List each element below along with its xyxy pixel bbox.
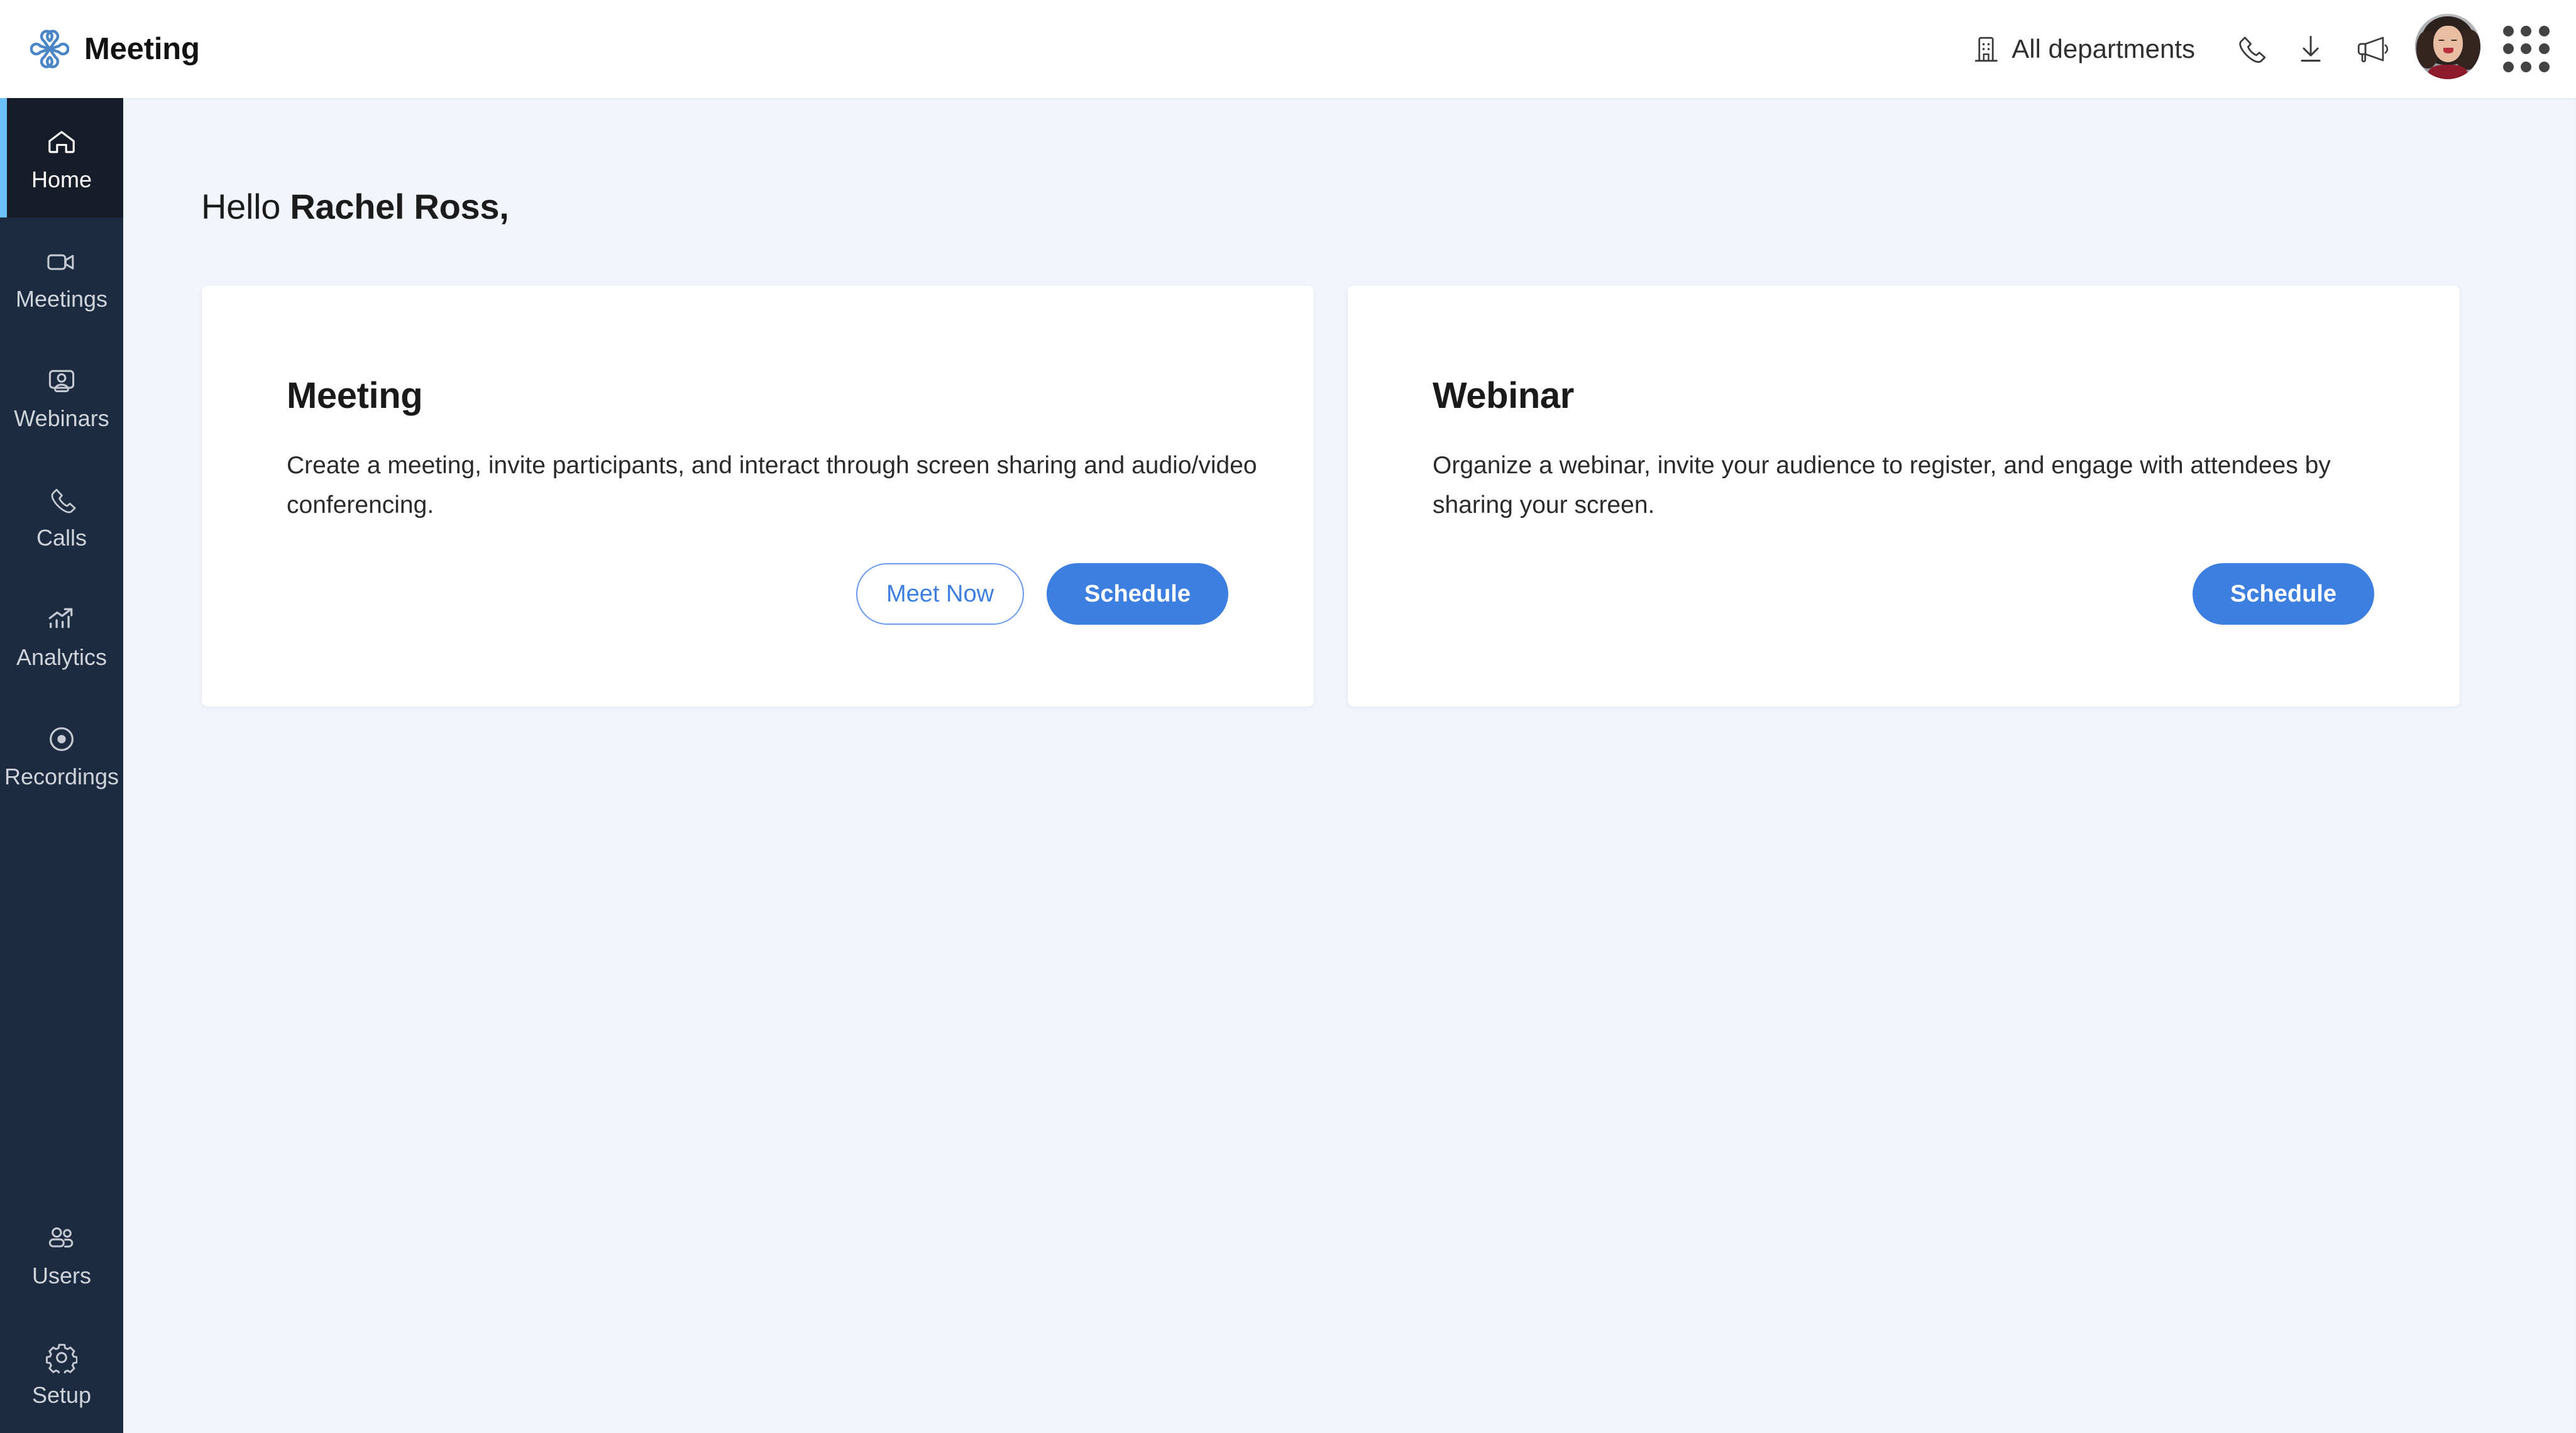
sidebar-item-meetings[interactable]: Meetings (0, 217, 123, 337)
greeting-user-name: Rachel Ross, (290, 187, 509, 226)
card-description: Organize a webinar, invite your audience… (1433, 452, 2331, 519)
meeting-card: Meeting Create a meeting, invite partici… (201, 285, 1314, 707)
apps-grid-icon[interactable] (2499, 22, 2553, 76)
schedule-webinar-button[interactable]: Schedule (2193, 563, 2374, 625)
card-actions: Meet Now Schedule (287, 563, 1271, 674)
header-actions: All departments (1974, 14, 2553, 84)
webinar-icon (46, 363, 77, 398)
download-icon[interactable] (2281, 19, 2341, 79)
brand[interactable]: Meeting (30, 30, 200, 69)
record-icon (47, 722, 77, 757)
home-icon (47, 124, 77, 160)
meet-now-button[interactable]: Meet Now (856, 563, 1025, 625)
body: Home Meetings Webinars Calls Analytics R… (0, 98, 2576, 1433)
avatar[interactable] (2415, 14, 2485, 84)
sidebar-item-home[interactable]: Home (0, 98, 123, 217)
sidebar-item-label: Recordings (4, 764, 119, 789)
avatar-image (2415, 14, 2480, 79)
card-title: Webinar (1433, 375, 1574, 416)
users-icon (46, 1221, 77, 1256)
sidebar-item-recordings[interactable]: Recordings (0, 695, 123, 815)
sidebar-item-setup[interactable]: Setup (0, 1314, 123, 1433)
top-header: Meeting All departments (0, 0, 2576, 98)
megaphone-icon[interactable] (2341, 19, 2401, 79)
sidebar-item-users[interactable]: Users (0, 1194, 123, 1314)
sidebar-item-label: Users (31, 1263, 91, 1288)
sidebar-item-label: Setup (31, 1382, 92, 1408)
sidebar-item-label: Home (31, 167, 92, 192)
sidebar-item-calls[interactable]: Calls (0, 456, 123, 576)
phone-icon[interactable] (2220, 19, 2281, 79)
schedule-meeting-button[interactable]: Schedule (1047, 563, 1228, 625)
sidebar-item-analytics[interactable]: Analytics (0, 576, 123, 695)
department-label: All departments (2012, 34, 2195, 63)
main-content: Hello Rachel Ross, Meeting Create a meet… (123, 98, 2576, 1433)
sidebar-item-label: Analytics (16, 644, 107, 670)
gear-icon (46, 1340, 77, 1375)
card-grid: Meeting Create a meeting, invite partici… (201, 285, 2538, 707)
phone-icon (47, 483, 77, 518)
building-icon (1974, 35, 2000, 63)
sidebar-item-label: Webinars (14, 405, 109, 431)
video-camera-icon (46, 244, 77, 279)
sidebar-item-label: Meetings (15, 286, 108, 312)
card-actions: Schedule (1433, 563, 2417, 674)
card-title: Meeting (287, 375, 423, 416)
app-root: Meeting All departments Home Meetings We… (0, 0, 2576, 1433)
bar-chart-icon (46, 602, 77, 637)
zoho-meeting-logo-icon (30, 30, 69, 69)
greeting-prefix: Hello (201, 187, 290, 226)
sidebar: Home Meetings Webinars Calls Analytics R… (0, 98, 123, 1433)
app-title: Meeting (84, 32, 200, 66)
card-description: Create a meeting, invite participants, a… (287, 452, 1257, 519)
department-selector[interactable]: All departments (1974, 34, 2195, 64)
page-title: Hello Rachel Ross, (201, 186, 2538, 227)
sidebar-item-label: Calls (36, 525, 87, 551)
webinar-card: Webinar Organize a webinar, invite your … (1347, 285, 2460, 707)
sidebar-item-webinars[interactable]: Webinars (0, 337, 123, 456)
